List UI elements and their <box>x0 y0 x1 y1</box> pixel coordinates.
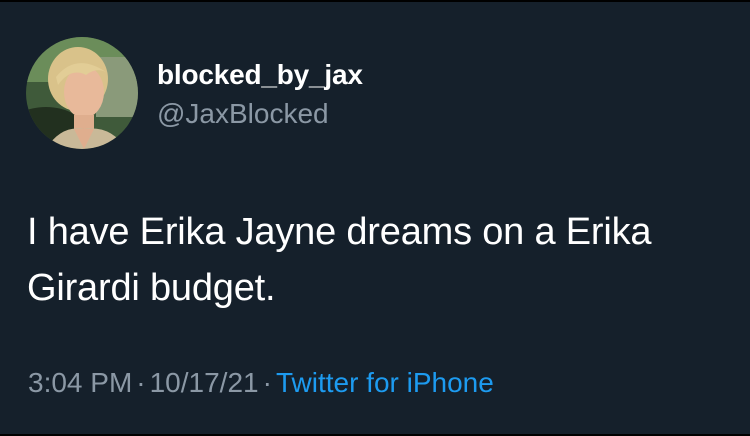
avatar[interactable] <box>26 37 138 149</box>
tweet-text: I have Erika Jayne dreams on a Erika Gir… <box>27 204 747 316</box>
separator: · <box>262 367 272 398</box>
tweet-source-link[interactable]: Twitter for iPhone <box>276 367 494 398</box>
tweet-text-line-1: I have Erika Jayne dreams on a Erika <box>27 211 652 253</box>
separator: · <box>136 367 146 398</box>
tweet-metadata: 3:04 PM · 10/17/21 · Twitter for iPhone <box>28 366 494 400</box>
tweet-card: blocked_by_jax @JaxBlocked I have Erika … <box>0 2 750 434</box>
tweet-text-line-2: Girardi budget. <box>27 267 276 309</box>
avatar-photo-icon <box>26 37 138 149</box>
display-name[interactable]: blocked_by_jax <box>157 58 363 92</box>
user-handle[interactable]: @JaxBlocked <box>157 97 329 131</box>
tweet-time[interactable]: 3:04 PM <box>28 367 132 398</box>
tweet-date[interactable]: 10/17/21 <box>150 367 259 398</box>
